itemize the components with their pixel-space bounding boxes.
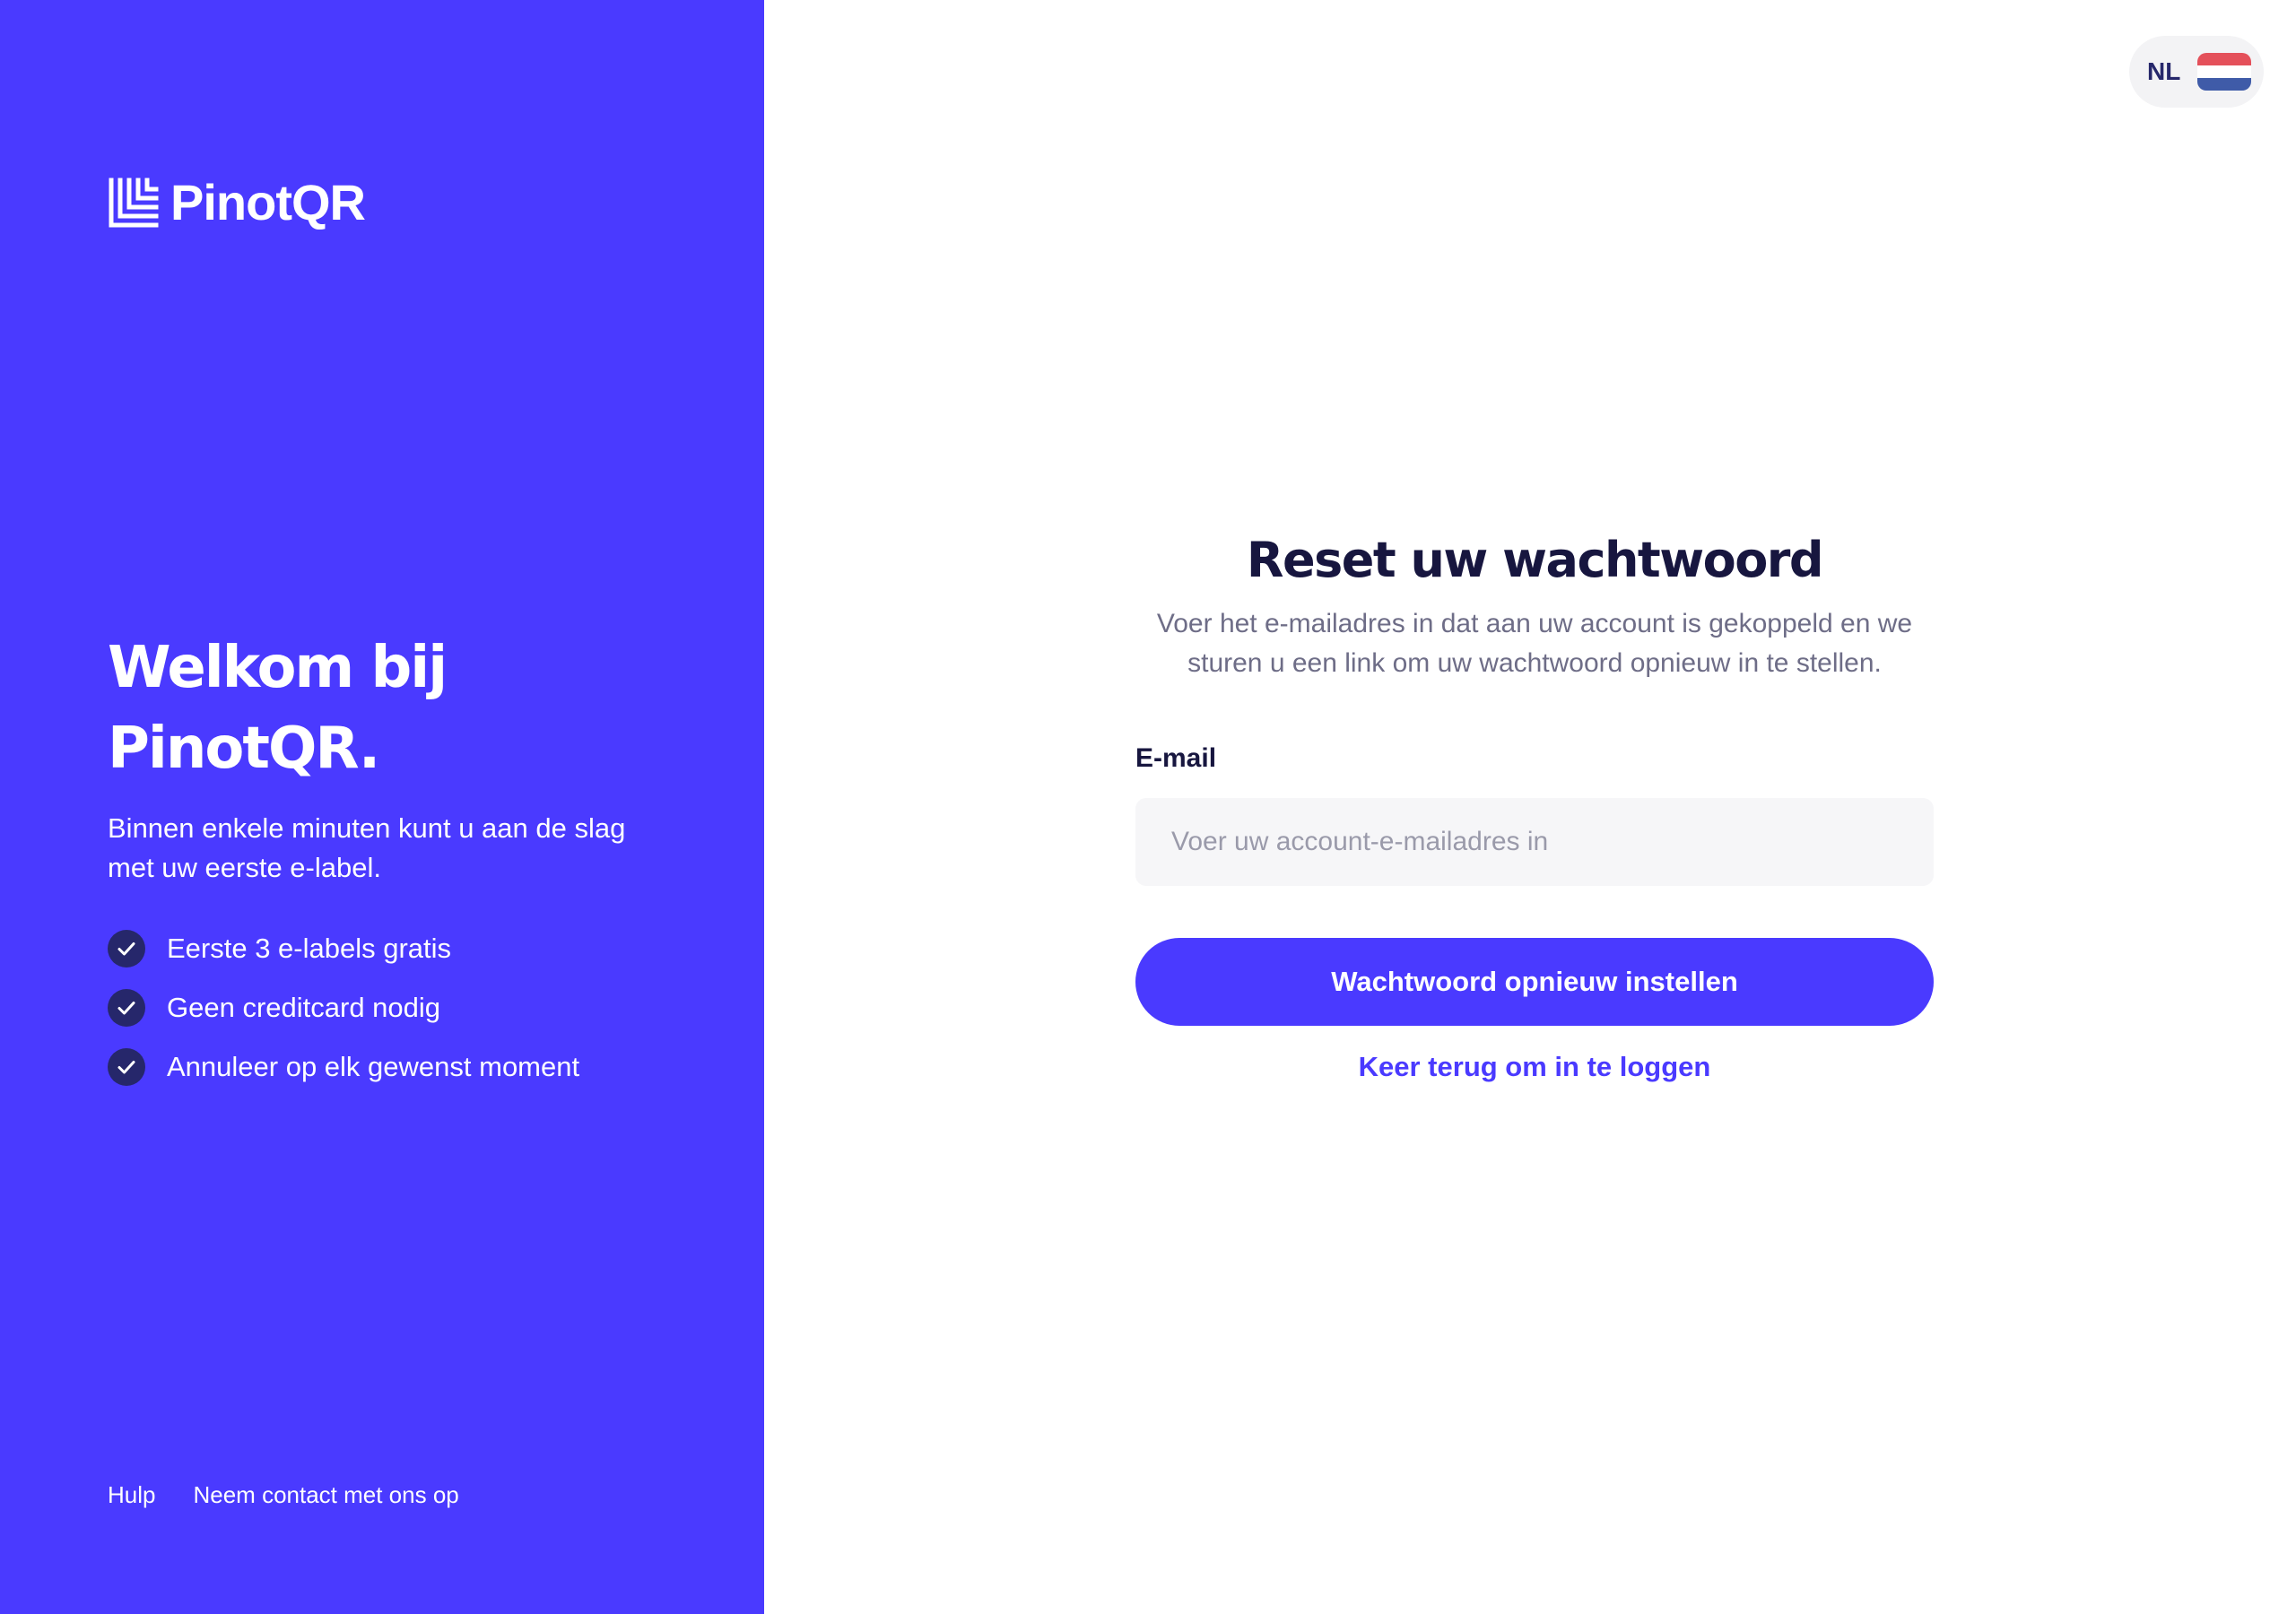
benefit-label: Eerste 3 e-labels gratis bbox=[167, 933, 452, 964]
welcome-title-line2: PinotQR. bbox=[108, 716, 380, 782]
check-icon bbox=[108, 930, 145, 968]
welcome-title: Welkom bij PinotQR. bbox=[108, 628, 484, 789]
language-selector[interactable]: NL bbox=[2129, 36, 2264, 108]
footer-links: Hulp Neem contact met ons op bbox=[108, 1481, 497, 1509]
help-link[interactable]: Hulp bbox=[108, 1481, 155, 1509]
check-icon bbox=[108, 989, 145, 1027]
brand-name: PinotQR bbox=[170, 174, 366, 230]
brand-logo[interactable]: PinotQR bbox=[108, 174, 366, 230]
benefit-item: Annuleer op elk gewenst moment bbox=[108, 1047, 682, 1087]
form-description: Voer het e-mailadres in dat aan uw accou… bbox=[1156, 609, 1913, 678]
page-title: Reset uw wachtwoord bbox=[1246, 532, 1824, 588]
welcome-section: Welkom bij PinotQR. Binnen enkele minute… bbox=[108, 628, 682, 1106]
email-label: E-mail bbox=[1135, 743, 1217, 773]
back-to-login-link[interactable]: Keer terug om in te loggen bbox=[1135, 1051, 1934, 1083]
welcome-title-line1: Welkom bij bbox=[108, 635, 448, 701]
reset-password-form: Reset uw wachtwoord Voer het e-mailadres… bbox=[1135, 529, 1934, 1083]
netherlands-flag-icon bbox=[2197, 53, 2251, 91]
benefit-item: Geen creditcard nodig bbox=[108, 988, 682, 1028]
email-field[interactable] bbox=[1135, 798, 1934, 886]
left-panel: PinotQR Welkom bij PinotQR. Binnen enkel… bbox=[0, 0, 764, 1614]
benefit-item: Eerste 3 e-labels gratis bbox=[108, 929, 682, 968]
reset-password-button[interactable]: Wachtwoord opnieuw instellen bbox=[1135, 938, 1934, 1026]
benefits-list: Eerste 3 e-labels gratis Geen creditcard… bbox=[108, 929, 682, 1087]
contact-link[interactable]: Neem contact met ons op bbox=[193, 1481, 458, 1509]
benefit-label: Geen creditcard nodig bbox=[167, 992, 441, 1023]
language-code: NL bbox=[2147, 57, 2181, 85]
logo-icon bbox=[109, 178, 159, 228]
welcome-subtitle: Binnen enkele minuten kunt u aan de slag… bbox=[108, 812, 626, 883]
benefit-label: Annuleer op elk gewenst moment bbox=[167, 1051, 580, 1082]
check-icon bbox=[108, 1048, 145, 1086]
